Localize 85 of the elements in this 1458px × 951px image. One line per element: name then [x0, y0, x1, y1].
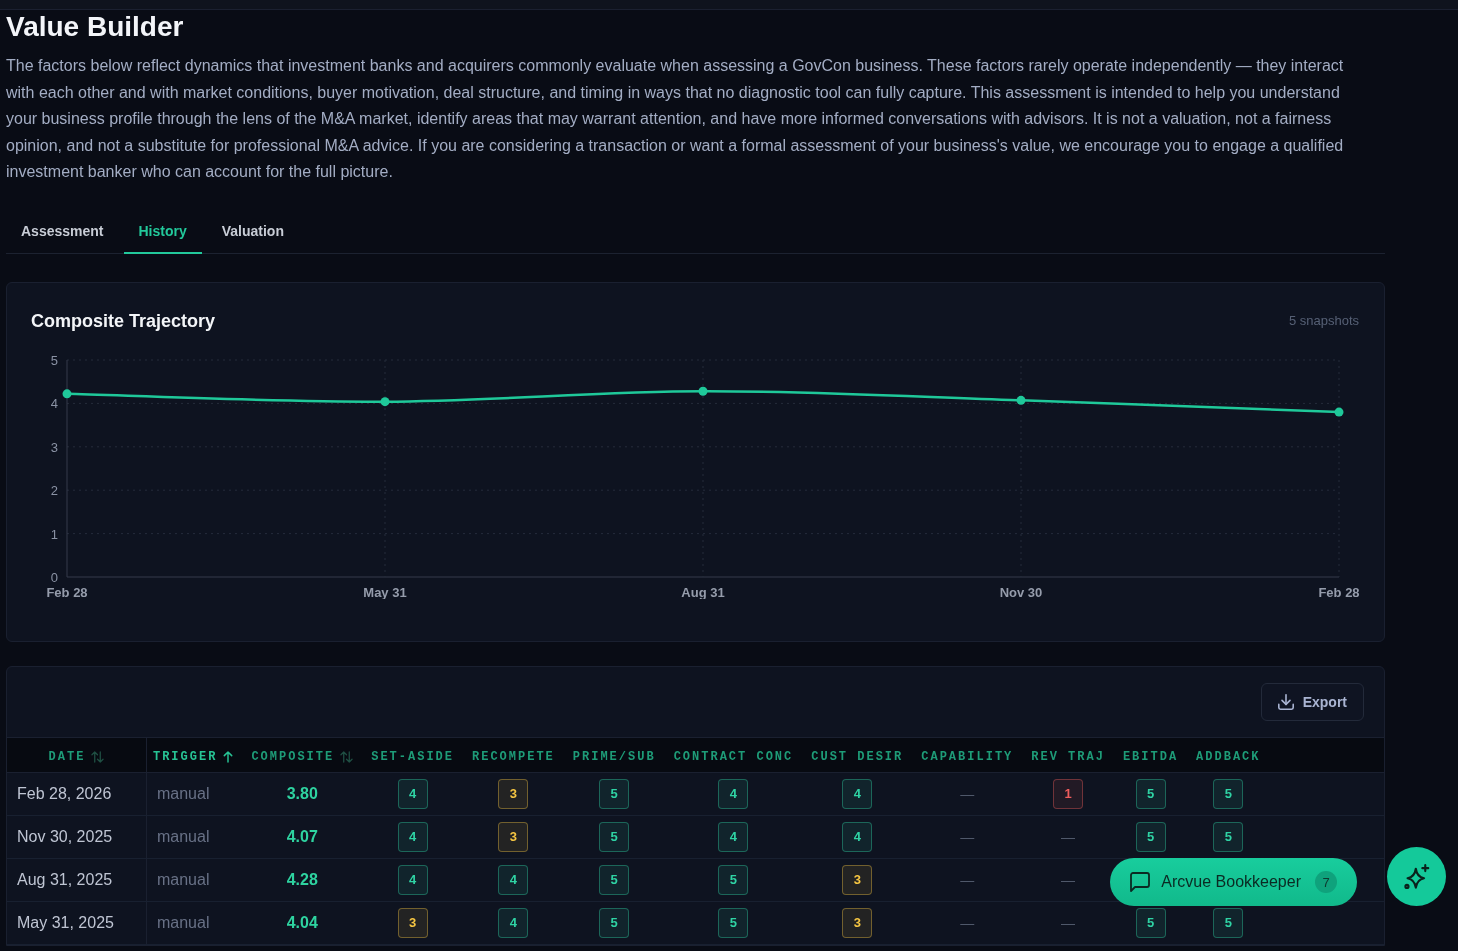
snapshot-count: 5 snapshots: [1288, 313, 1359, 328]
no-score-dash: —: [1061, 914, 1076, 931]
score-badge: 4: [842, 821, 873, 852]
score-badge: 5: [599, 778, 630, 809]
score-badge: 5: [599, 864, 630, 895]
y-axis-label: 2: [50, 482, 58, 498]
y-axis-label: 5: [50, 352, 58, 368]
x-axis-label: Nov 30: [999, 584, 1043, 599]
no-score-dash: —: [960, 871, 975, 888]
composite-cell: 3.80: [242, 772, 363, 815]
composite-cell: 4.28: [242, 858, 363, 901]
column-header: CUST DESIR: [811, 749, 904, 764]
no-score-dash: —: [960, 785, 975, 802]
column-header: EBITDA: [1122, 749, 1179, 764]
column-header[interactable]: TRIGGER: [152, 749, 234, 764]
score-badge: 5: [718, 907, 749, 938]
score-badge: 4: [718, 778, 749, 809]
chat-bubble-icon: [1130, 872, 1151, 892]
score-badge: 5: [1213, 821, 1244, 852]
column-header: REV TRAJ: [1031, 749, 1105, 764]
trigger-cell: manual: [146, 815, 243, 858]
no-score-dash: —: [1061, 828, 1076, 845]
score-badge: 5: [1213, 907, 1244, 938]
score-badge: 5: [599, 821, 630, 852]
date-cell: Nov 30, 2025: [7, 815, 147, 858]
score-badge: 3: [498, 821, 529, 852]
no-score-dash: —: [1061, 871, 1076, 888]
column-header: PRIME/SUB: [572, 749, 656, 764]
score-badge: 4: [397, 778, 428, 809]
score-badge: 5: [718, 864, 749, 895]
y-axis-label: 4: [50, 395, 58, 411]
trigger-cell: manual: [146, 772, 243, 815]
chart-title: Composite Trajectory: [31, 309, 216, 333]
trigger-cell: manual: [146, 901, 243, 944]
score-badge: 3: [498, 778, 529, 809]
intro-paragraph: The factors below reflect dynamics that investment banks and acquirers commonly evaluate when assessing a GovCon business. These factors rarely operate independently — they interact with each other and with market conditions, buyer motivation, deal structure, and timing in ways that no diagnostic tool can fully capture. This assessment is intended to help you understand your business profile through the lens of the M&A market, identify areas that may warrant attention, and have more informed conversations with advisors. It is not a valuation, not a fairness opinion, and not a substitute for professional M&A advice. If you are considering a transaction or want a formal assessment of your business's value, we encourage you to engage a qualified investment banker who can account for the full picture.: [6, 56, 1345, 182]
y-axis-label: 3: [50, 439, 58, 455]
score-badge: 4: [718, 821, 749, 852]
tab[interactable]: History: [123, 209, 202, 254]
score-badge: 1: [1053, 778, 1084, 809]
tab[interactable]: Assessment: [6, 209, 119, 254]
score-badge: 5: [1135, 778, 1166, 809]
no-score-dash: —: [960, 914, 975, 931]
score-badge: 4: [397, 864, 428, 895]
score-badge: 5: [1213, 778, 1244, 809]
column-header: CONTRACT CONC: [673, 749, 794, 764]
assistant-button[interactable]: Arcvue Bookkeeper 7: [1110, 858, 1357, 906]
score-badge: 5: [1135, 821, 1166, 852]
x-axis-label: May 31: [363, 584, 407, 599]
column-header: CAPABILITY: [921, 749, 1014, 764]
date-cell: May 31, 2025: [7, 901, 147, 944]
column-header[interactable]: COMPOSITE: [251, 749, 354, 764]
sort-updown-icon: [340, 750, 354, 763]
score-badge: 5: [1135, 907, 1166, 938]
date-cell: Feb 28, 2026: [7, 772, 147, 815]
x-axis-label: Aug 31: [681, 584, 725, 599]
download-icon: [1277, 693, 1294, 710]
score-badge: 5: [599, 907, 630, 938]
score-badge: 3: [842, 864, 873, 895]
y-axis-label: 0: [50, 569, 58, 585]
trigger-cell: manual: [146, 858, 243, 901]
sort-updown-icon: [91, 750, 105, 763]
sort-ascending-icon: [223, 750, 234, 763]
no-score-dash: —: [960, 828, 975, 845]
column-header: ADDBACK: [1196, 749, 1261, 764]
x-axis-label: Feb 28: [1318, 584, 1360, 599]
page-title: Value Builder: [6, 10, 185, 44]
score-badge: 4: [397, 821, 428, 852]
date-cell: Aug 31, 2025: [7, 858, 147, 901]
score-badge: 3: [397, 907, 428, 938]
composite-cell: 4.07: [242, 815, 363, 858]
sparkle-icon: [1403, 863, 1430, 890]
score-badge: 3: [842, 907, 873, 938]
y-axis-label: 1: [50, 526, 58, 542]
column-header: RECOMPETE: [472, 749, 555, 764]
tab[interactable]: Valuation: [206, 209, 299, 254]
count-badge: 7: [1315, 871, 1337, 893]
column-header[interactable]: DATE: [48, 749, 105, 764]
column-header: SET-ASIDE: [371, 749, 454, 764]
composite-cell: 4.04: [242, 901, 363, 944]
score-badge: 4: [498, 907, 529, 938]
score-badge: 4: [498, 864, 529, 895]
x-axis-label: Feb 28: [46, 584, 88, 599]
export-button[interactable]: Export: [1260, 682, 1364, 721]
score-badge: 4: [842, 778, 873, 809]
